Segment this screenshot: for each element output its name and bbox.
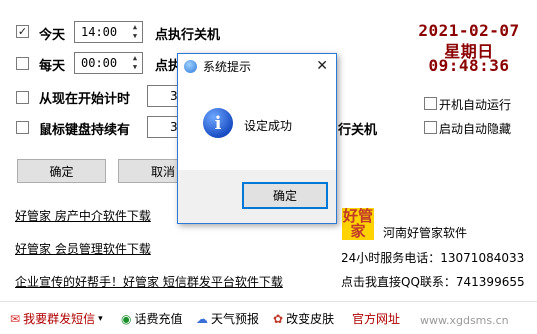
system-prompt-dialog: 系统提示 ✕ i 设定成功 确定 — [177, 53, 337, 224]
ok-button[interactable]: 确定 — [17, 159, 106, 183]
website-link[interactable]: 官方网址 — [352, 310, 400, 327]
daily-time-spinner[interactable]: ▲ ▼ — [129, 54, 141, 72]
chevron-down-icon: ▾ — [98, 313, 103, 324]
skin-link[interactable]: ✿ 改变皮肤 — [273, 310, 334, 327]
autostart-checkbox[interactable] — [424, 97, 437, 110]
palette-icon: ✿ — [273, 311, 284, 326]
daily-time-input[interactable]: 00:00 ▲ ▼ — [74, 52, 143, 74]
skin-label: 改变皮肤 — [286, 312, 335, 326]
company-phone: 24小时服务电话：13071084033 — [341, 251, 525, 265]
countdown-label: 从现在开始计时 — [39, 92, 131, 107]
autohide-label: 启动自动隐藏 — [439, 122, 512, 136]
daily-label: 每天 — [39, 59, 66, 74]
idle-checkbox[interactable] — [16, 121, 29, 134]
countdown-input[interactable]: 3 — [147, 85, 181, 107]
company-logo: 好管家 — [342, 207, 374, 240]
idle-label: 鼠标键盘持续有 — [39, 123, 131, 138]
website-label: 官方网址 — [352, 312, 401, 326]
weather-icon: ☁ — [196, 311, 208, 326]
dialog-ok-button[interactable]: 确定 — [242, 182, 328, 209]
recharge-link[interactable]: ◉ 话费充值 — [121, 310, 183, 327]
autohide-checkbox[interactable] — [424, 121, 437, 134]
weather-link[interactable]: ☁ 天气预报 — [196, 310, 259, 327]
dialog-message: 设定成功 — [244, 119, 293, 133]
company-qq[interactable]: 点击我直接QQ联系：741399655 — [341, 273, 525, 290]
clock-time: 09:48:36 — [428, 56, 510, 75]
weather-label: 天气预报 — [211, 312, 260, 326]
bulk-sms-label: 我要群发短信 — [23, 312, 96, 326]
close-icon[interactable]: ✕ — [316, 58, 328, 74]
dialog-app-icon — [184, 59, 197, 73]
dialog-titlebar: 系统提示 — [178, 54, 336, 78]
today-suffix: 点执行关机 — [155, 28, 221, 43]
daily-time-value: 00:00 — [81, 56, 118, 70]
autostart-label: 开机自动运行 — [439, 98, 512, 112]
link-membership[interactable]: 好管家 会员管理软件下载 — [15, 240, 151, 257]
today-time-spinner[interactable]: ▲ ▼ — [129, 23, 141, 41]
dialog-title: 系统提示 — [203, 59, 252, 74]
today-label: 今天 — [39, 28, 66, 43]
today-checkbox[interactable]: ✓ — [16, 25, 29, 38]
daily-checkbox[interactable] — [16, 57, 29, 70]
link-realestate[interactable]: 好管家 房产中介软件下载 — [15, 207, 151, 224]
idle-suffix: 行关机 — [338, 123, 378, 138]
recharge-label: 话费充值 — [134, 312, 183, 326]
idle-input[interactable]: 3 — [147, 116, 181, 138]
dialog-footer: 确定 — [178, 170, 336, 223]
sms-icon: ✉ — [10, 311, 21, 326]
info-icon: i — [203, 108, 233, 138]
today-time-input[interactable]: 14:00 ▲ ▼ — [74, 21, 143, 43]
company-name: 河南好管家软件 — [383, 226, 468, 240]
today-time-value: 14:00 — [81, 25, 118, 39]
watermark: www.xgdsms.cn — [420, 314, 509, 327]
recharge-icon: ◉ — [121, 311, 132, 326]
countdown-checkbox[interactable] — [16, 91, 29, 104]
bulk-sms-menu[interactable]: ✉ 我要群发短信 ▾ — [10, 310, 103, 327]
link-sms-platform[interactable]: 企业宣传的好帮手！好管家 短信群发平台软件下载 — [15, 273, 283, 290]
